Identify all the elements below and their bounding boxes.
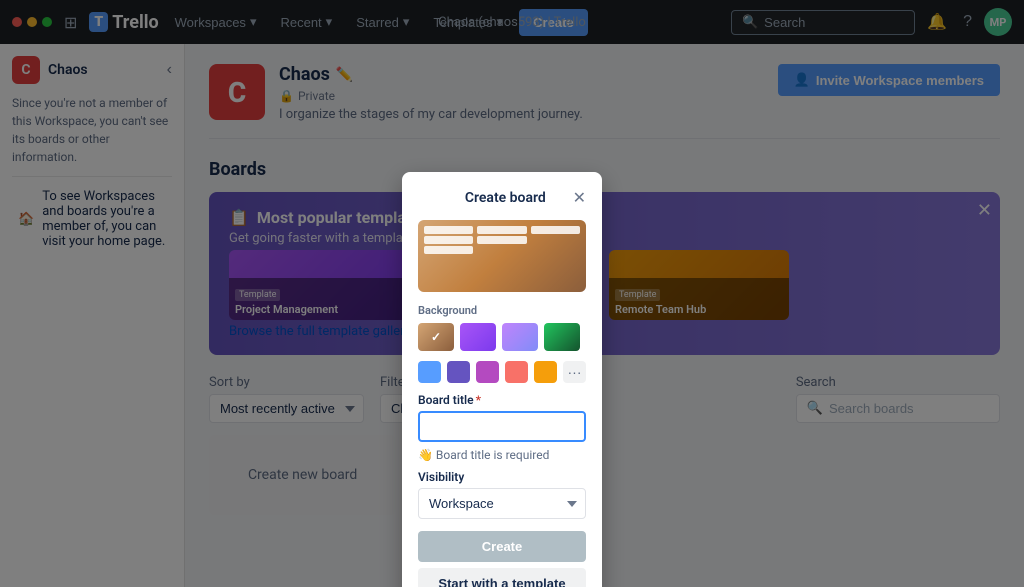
bg-color-0[interactable] <box>418 361 441 383</box>
bg-photo-options <box>418 323 586 351</box>
modal-title: Create board <box>438 190 573 206</box>
bg-color-4[interactable] <box>534 361 557 383</box>
board-title-warning: 👋 Board title is required <box>418 448 586 462</box>
modal-overlay: Create board ✕ Backgro <box>0 0 1024 587</box>
visibility-label: Visibility <box>418 470 586 484</box>
preview-col-2 <box>531 226 580 254</box>
create-board-button[interactable]: Create <box>418 531 586 562</box>
bg-color-3[interactable] <box>505 361 528 383</box>
preview-card-3 <box>477 226 526 234</box>
modal-header: Create board ✕ <box>418 188 586 208</box>
preview-card-2 <box>424 246 473 254</box>
board-title-input[interactable] <box>418 411 586 442</box>
preview-card-1 <box>424 236 473 244</box>
required-star: * <box>476 393 481 407</box>
visibility-select-wrap: Workspace Private Public <box>418 488 586 519</box>
bg-color-options: ··· <box>418 361 586 383</box>
preview-col-0 <box>424 226 473 254</box>
bg-photo-option-2[interactable] <box>502 323 538 351</box>
visibility-dropdown[interactable]: Workspace Private Public <box>418 488 586 519</box>
bg-photo-option-1[interactable] <box>460 323 496 351</box>
bg-photo-option-3[interactable] <box>544 323 580 351</box>
bg-photo-option-0[interactable] <box>418 323 454 351</box>
create-board-modal: Create board ✕ Backgro <box>402 172 602 587</box>
start-with-template-button[interactable]: Start with a template <box>418 568 586 587</box>
preview-card-4 <box>477 236 526 244</box>
bg-color-2[interactable] <box>476 361 499 383</box>
preview-col-1 <box>477 226 526 254</box>
bg-more-button[interactable]: ··· <box>563 361 586 383</box>
background-label: Background <box>418 304 586 317</box>
board-title-label: Board title * <box>418 393 586 407</box>
modal-preview <box>418 220 586 292</box>
preview-card-0 <box>424 226 473 234</box>
modal-close-button[interactable]: ✕ <box>573 188 586 208</box>
preview-cards <box>424 226 580 254</box>
bg-color-1[interactable] <box>447 361 470 383</box>
preview-card-5 <box>531 226 580 234</box>
